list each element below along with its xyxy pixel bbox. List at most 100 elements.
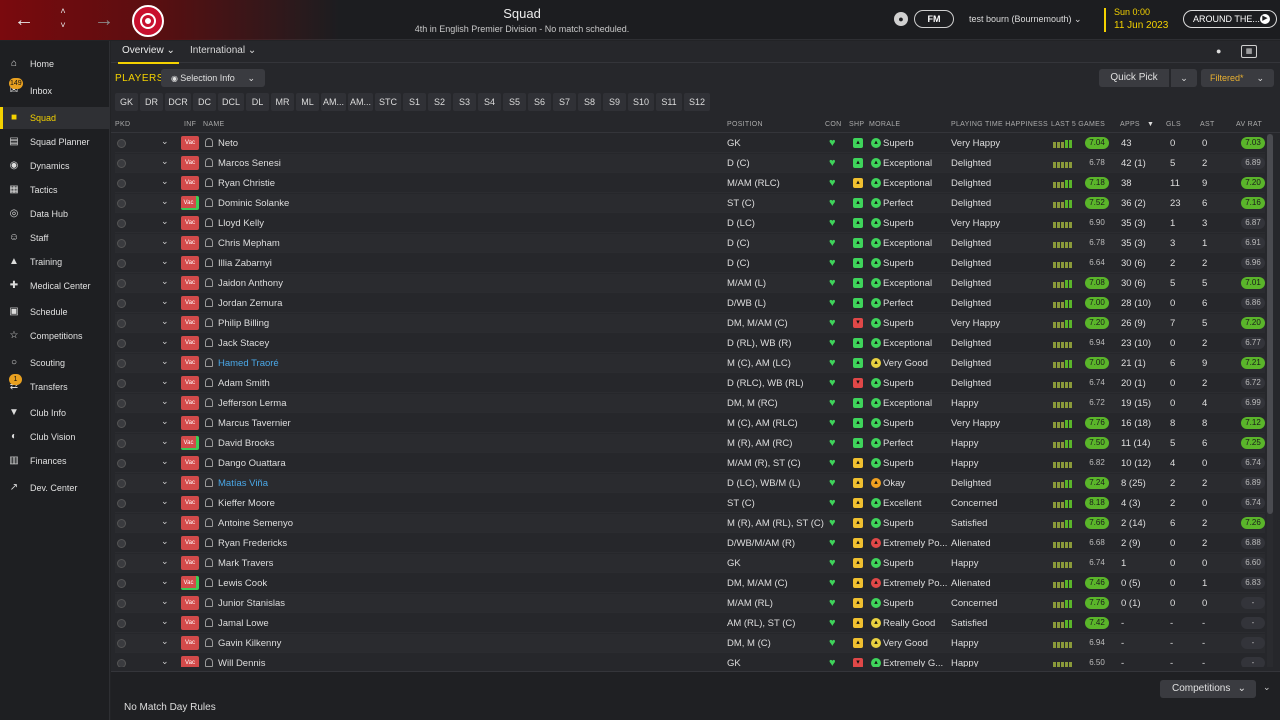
player-name[interactable]: Matías Viña [218,478,268,489]
player-name[interactable]: Ryan Christie [218,178,275,189]
position-filter-2[interactable]: DCR [165,93,191,111]
position-filter-12[interactable]: S2 [428,93,451,111]
row-chevron-icon[interactable]: ⌄ [161,296,169,307]
row-chevron-icon[interactable]: ⌄ [161,196,169,207]
table-row[interactable]: ⌄ Vac Mark Travers GK ♥ ▴ ▴ Superb Happy 6.74 1 0 0 6… [115,554,1265,573]
row-chevron-icon[interactable]: ⌄ [161,316,169,327]
row-chevron-icon[interactable]: ⌄ [161,596,169,607]
club-badge-logo[interactable] [132,5,164,37]
col-gls[interactable]: GLS [1166,121,1181,128]
sidebar-item-club-vision[interactable]: ◐ Club Vision [0,426,110,448]
table-row[interactable]: ⌄ Vac Marcus Tavernier M (C), AM (RLC) ♥ ▴ ▴ Su… [115,414,1265,433]
player-name[interactable]: Ryan Fredericks [218,538,287,549]
selection-info-button[interactable]: ◉ Selection Info ⌄ [161,69,265,87]
picked-checkbox[interactable] [117,379,126,388]
position-filter-6[interactable]: MR [271,93,294,111]
sidebar-item-scouting[interactable]: ○ Scouting [0,352,110,374]
table-row[interactable]: ⌄ Vac Dango Ouattara M/AM (R), ST (C) ♥ ▴ ▴ Sup… [115,454,1265,473]
player-name[interactable]: Gavin Kilkenny [218,638,281,649]
table-scrollbar[interactable] [1267,134,1273,667]
sidebar-item-training[interactable]: ▲ Training [0,251,110,273]
position-filter-20[interactable]: S10 [628,93,654,111]
competitions-dropdown[interactable]: Competitions ⌄ [1160,680,1256,698]
player-name[interactable]: Junior Stanislas [218,598,285,609]
player-name[interactable]: Kieffer Moore [218,498,275,509]
player-name[interactable]: Mark Travers [218,558,273,569]
quick-pick-button[interactable]: Quick Pick [1099,69,1169,87]
col-con[interactable]: CON [825,121,841,128]
table-row[interactable]: ⌄ Vac Lloyd Kelly D (LC) ♥ ▴ ▴ Superb Very Happy… [115,214,1265,233]
picked-checkbox[interactable] [117,299,126,308]
scroll-thumb[interactable] [1267,134,1273,514]
position-filter-16[interactable]: S6 [528,93,551,111]
position-filter-13[interactable]: S3 [453,93,476,111]
tab-overview[interactable]: Overview ⌄ [118,45,179,64]
picked-checkbox[interactable] [117,459,126,468]
row-chevron-icon[interactable]: ⌄ [161,176,169,187]
position-filter-22[interactable]: S12 [684,93,710,111]
sidebar-item-competitions[interactable]: ☆ Competitions [0,325,110,347]
col-playing-time-happiness[interactable]: PLAYING TIME HAPPINESS [951,121,1048,128]
player-name[interactable]: Jefferson Lerma [218,398,286,409]
player-name[interactable]: Neto [218,138,238,149]
row-chevron-icon[interactable]: ⌄ [161,336,169,347]
table-row[interactable]: ⌄ Vac Will Dennis GK ♥ ▾ ▴ Extremely G... Happy 6… [115,654,1265,667]
table-row[interactable]: ⌄ Vac Hamed Traoré M (C), AM (LC) ♥ ▴ ▴ Very Go… [115,354,1265,373]
col-position[interactable]: POSITION [727,121,763,128]
picked-checkbox[interactable] [117,519,126,528]
position-filter-15[interactable]: S5 [503,93,526,111]
row-chevron-icon[interactable]: ⌄ [161,416,169,427]
collapse-arrow-icon[interactable]: ⌄ [1263,682,1271,693]
tab-international[interactable]: International ⌄ [190,45,256,56]
fm-button[interactable]: FM [914,10,954,28]
row-chevron-icon[interactable]: ⌄ [161,436,169,447]
row-chevron-icon[interactable]: ⌄ [161,356,169,367]
position-filter-5[interactable]: DL [246,93,269,111]
position-filter-17[interactable]: S7 [553,93,576,111]
player-name[interactable]: Will Dennis [218,658,266,667]
picked-checkbox[interactable] [117,199,126,208]
table-row[interactable]: ⌄ Vac Jaidon Anthony M/AM (L) ♥ ▴ ▴ Exceptional… [115,274,1265,293]
table-row[interactable]: ⌄ Vac Ryan Fredericks D/WB/M/AM (R) ♥ ▴ ▴ Extre… [115,534,1265,553]
table-row[interactable]: ⌄ Vac Jamal Lowe AM (RL), ST (C) ♥ ▴ ▴ Really G… [115,614,1265,633]
player-name[interactable]: Jamal Lowe [218,618,269,629]
picked-checkbox[interactable] [117,399,126,408]
player-name[interactable]: Dominic Solanke [218,198,289,209]
picked-checkbox[interactable] [117,419,126,428]
table-row[interactable]: ⌄ Vac Matías Viña D (LC), WB/M (L) ♥ ▴ ▴ Okay De… [115,474,1265,493]
picked-checkbox[interactable] [117,479,126,488]
picked-checkbox[interactable] [117,279,126,288]
lock-icon[interactable]: ● [1216,46,1221,56]
picked-checkbox[interactable] [117,639,126,648]
forward-arrow-icon[interactable]: → [92,8,116,32]
position-filter-8[interactable]: AM... [321,93,346,111]
player-name[interactable]: Chris Mepham [218,238,280,249]
col-shp[interactable]: SHP [849,121,864,128]
table-row[interactable]: ⌄ Vac Dominic Solanke ST (C) ♥ ▴ ▴ Perfect Delig… [115,194,1265,213]
picked-checkbox[interactable] [117,139,126,148]
table-row[interactable]: ⌄ Vac Lewis Cook DM, M/AM (C) ♥ ▴ ▴ Extremely P… [115,574,1265,593]
picked-checkbox[interactable] [117,239,126,248]
table-row[interactable]: ⌄ Vac Chris Mepham D (C) ♥ ▴ ▴ Exceptional Delig… [115,234,1265,253]
player-name[interactable]: Lloyd Kelly [218,218,264,229]
continue-button[interactable]: AROUND THE... ▶ [1183,10,1277,28]
position-filter-10[interactable]: STC [375,93,401,111]
row-chevron-icon[interactable]: ⌄ [161,496,169,507]
player-name[interactable]: Dango Ouattara [218,458,286,469]
manager-dropdown[interactable]: test bourn (Bournemouth) ⌄ [969,14,1082,25]
picked-checkbox[interactable] [117,659,126,667]
picked-checkbox[interactable] [117,259,126,268]
table-row[interactable]: ⌄ Vac David Brooks M (R), AM (RC) ♥ ▴ ▴ Perfect… [115,434,1265,453]
position-filter-21[interactable]: S11 [656,93,682,111]
sidebar-item-home[interactable]: ⌂ Home [0,53,110,75]
col-name[interactable]: NAME [203,121,224,128]
up-down-arrows-icon[interactable]: ˄ ˅ [56,4,70,32]
sidebar-item-transfers[interactable]: ⇄ Transfers 1 [0,374,110,398]
position-filter-7[interactable]: ML [296,93,319,111]
view-toggle-icon[interactable]: ▦ [1241,45,1257,58]
row-chevron-icon[interactable]: ⌄ [161,456,169,467]
player-name[interactable]: Lewis Cook [218,578,267,589]
position-filter-4[interactable]: DCL [218,93,244,111]
ball-icon[interactable]: ● [894,12,908,26]
row-chevron-icon[interactable]: ⌄ [161,656,169,667]
